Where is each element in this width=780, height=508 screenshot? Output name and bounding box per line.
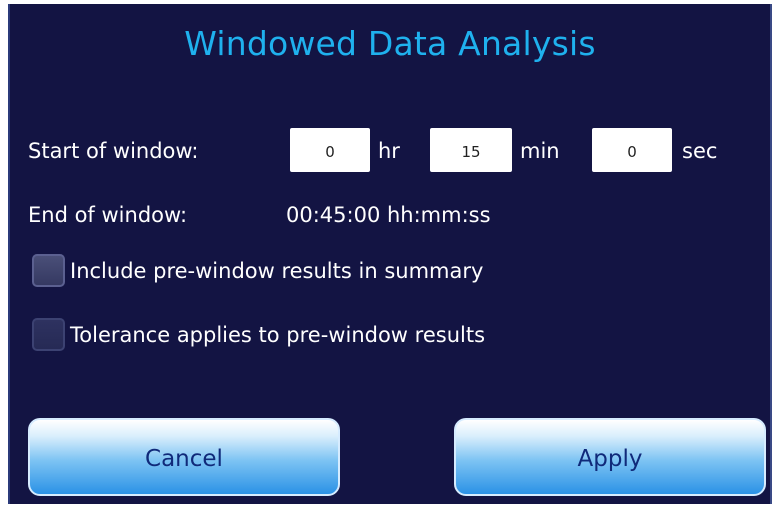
windowed-data-analysis-dialog: Windowed Data Analysis Start of window: … bbox=[8, 4, 772, 504]
include-pre-window-label[interactable]: Include pre-window results in summary bbox=[70, 258, 483, 284]
minutes-unit-label: min bbox=[520, 139, 560, 163]
hours-unit-label: hr bbox=[378, 139, 400, 163]
seconds-unit-label: sec bbox=[682, 139, 718, 163]
start-seconds-input[interactable]: 0 bbox=[592, 128, 672, 172]
start-minutes-input[interactable]: 15 bbox=[430, 128, 512, 172]
dialog-title: Windowed Data Analysis bbox=[184, 24, 596, 63]
tolerance-pre-window-checkbox[interactable] bbox=[32, 318, 65, 351]
apply-button[interactable]: Apply bbox=[454, 418, 766, 496]
cancel-button[interactable]: Cancel bbox=[28, 418, 340, 496]
include-pre-window-checkbox[interactable] bbox=[32, 254, 65, 287]
start-hours-input[interactable]: 0 bbox=[290, 128, 370, 172]
start-of-window-label: Start of window: bbox=[28, 139, 199, 163]
tolerance-pre-window-label[interactable]: Tolerance applies to pre-window results bbox=[70, 322, 485, 348]
end-of-window-label: End of window: bbox=[28, 203, 188, 227]
end-of-window-value: 00:45:00 hh:mm:ss bbox=[286, 203, 491, 227]
